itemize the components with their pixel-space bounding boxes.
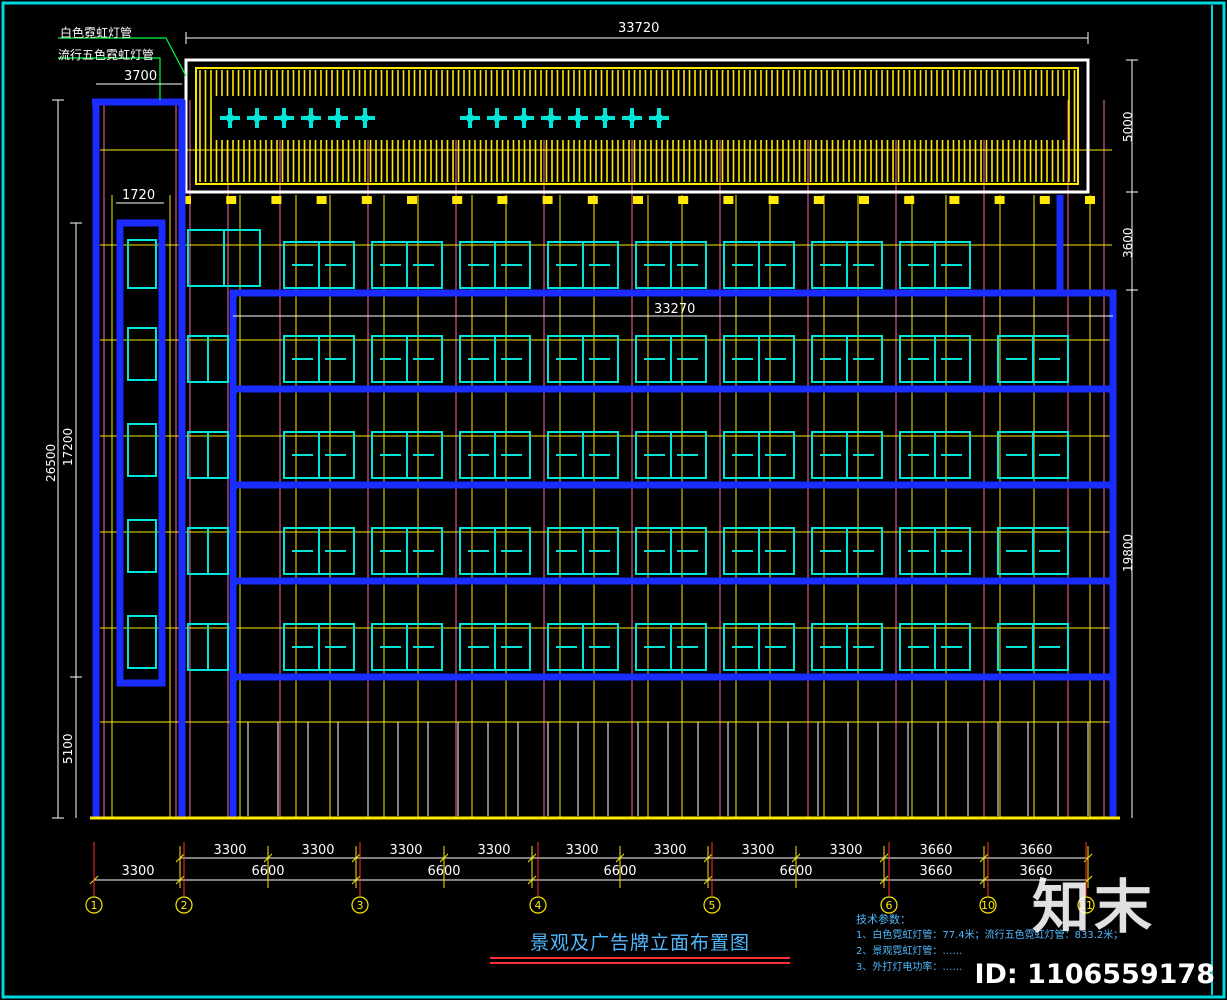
glyph-dot xyxy=(280,114,288,122)
tower-window xyxy=(127,615,157,669)
bottom-dim-label: 3660 xyxy=(919,864,952,879)
spotlight xyxy=(226,196,237,204)
spotlight xyxy=(813,196,824,204)
drawing-title: 景观及广告牌立面布置图 xyxy=(530,932,751,954)
bottom-dim-label: 6600 xyxy=(251,864,284,879)
glyph-dot xyxy=(547,114,555,122)
axis-number: 2 xyxy=(181,899,188,912)
bottom-dim-label: 3300 xyxy=(301,843,334,858)
spotlight xyxy=(587,196,598,204)
glyph-dot xyxy=(574,114,582,122)
spotlight xyxy=(452,196,463,204)
bottom-dim-label: 3660 xyxy=(1019,843,1052,858)
spotlight xyxy=(949,196,960,204)
dim-left-width: 3700 xyxy=(124,69,157,84)
glyph-dot xyxy=(601,114,609,122)
glyph-dot xyxy=(361,114,369,122)
note-line-2: 2、景观霓虹灯管：…… xyxy=(856,946,963,957)
spotlight xyxy=(859,196,869,204)
glyph-dot xyxy=(307,114,315,122)
floor-lines xyxy=(100,149,1112,723)
spotlight xyxy=(542,196,553,204)
glyph-dot xyxy=(226,114,234,122)
dim-inner-width: 33270 xyxy=(654,302,695,317)
elevation-drawing: 33720 3700 1720 33270 5000 3600 19800 26… xyxy=(1,1,1226,999)
glyph-dot xyxy=(466,114,474,122)
glyph-dot xyxy=(628,114,636,122)
axis-number: 1 xyxy=(91,899,98,912)
dim-small-width: 1720 xyxy=(122,188,155,203)
dim-right-5000: 5000 xyxy=(1121,111,1135,142)
bottom-dim-label: 6600 xyxy=(603,864,636,879)
axis-number: 10 xyxy=(981,899,995,912)
dim-right-19800: 19800 xyxy=(1121,534,1135,572)
dim-left-17200: 17200 xyxy=(61,428,75,466)
axis-number: 5 xyxy=(709,899,716,912)
spotlight xyxy=(1085,196,1095,204)
bottom-dim-label: 6600 xyxy=(779,864,812,879)
tower-window xyxy=(127,327,157,381)
spotlight xyxy=(497,196,508,204)
glyph-dot xyxy=(334,114,342,122)
bottom-dimension-row-1: 3300 3300 3300 3300 3300 3300 3300 3300 3660 3660 xyxy=(213,843,1052,858)
spotlight xyxy=(361,196,372,204)
glyph-dot xyxy=(655,114,663,122)
spotlight xyxy=(407,196,417,204)
tower-window xyxy=(127,239,157,289)
bottom-dim-label: 6600 xyxy=(427,864,460,879)
bottom-dimension-row-2: 3300 6600 6600 6600 6600 3660 3660 xyxy=(121,864,1052,879)
bottom-dim-label: 3660 xyxy=(919,843,952,858)
tower-window xyxy=(127,423,157,477)
ground-floor-mullions xyxy=(247,722,1089,816)
tower-window xyxy=(127,519,157,573)
bottom-dim-label: 3300 xyxy=(477,843,510,858)
spotlight xyxy=(1039,196,1050,204)
dim-top-total: 33720 xyxy=(618,21,659,36)
bottom-dim-label: 3300 xyxy=(213,843,246,858)
dim-left-5100: 5100 xyxy=(61,733,75,764)
pink-grid-lines xyxy=(103,100,1105,818)
bottom-dim-label: 3300 xyxy=(565,843,598,858)
spotlight xyxy=(271,196,282,204)
bottom-dim-label: 3300 xyxy=(653,843,686,858)
spotlight xyxy=(678,196,689,204)
spotlight-row xyxy=(181,196,1095,204)
axis-number: 3 xyxy=(357,899,364,912)
spotlight xyxy=(904,196,915,204)
dim-right-3600: 3600 xyxy=(1121,227,1135,258)
glyph-dot xyxy=(253,114,261,122)
bottom-dim-label: 3300 xyxy=(741,843,774,858)
glyph-dot xyxy=(493,114,501,122)
axis-number: 4 xyxy=(535,899,542,912)
spotlight xyxy=(994,196,1005,204)
bottom-dim-label: 3300 xyxy=(389,843,422,858)
dim-left-26500: 26500 xyxy=(44,444,58,482)
axis-markers: 1 2 3 4 5 6 10 11 xyxy=(85,896,1095,914)
bottom-dim-label: 3300 xyxy=(121,864,154,879)
axis-number: 6 xyxy=(886,899,893,912)
blue-neon-tubes xyxy=(92,98,1117,818)
spotlight xyxy=(316,196,327,204)
glyph-dot xyxy=(520,114,528,122)
spotlight xyxy=(633,196,643,204)
billboard xyxy=(181,58,1095,204)
spotlight xyxy=(768,196,779,204)
id-watermark: ID: 1106559178 xyxy=(974,959,1215,990)
brand-watermark-logo: 知末 xyxy=(1032,873,1157,941)
white-neon-label: 白色霓虹灯管 xyxy=(60,26,133,40)
spotlight xyxy=(723,196,734,204)
color-neon-label: 流行五色霓虹灯管 xyxy=(58,48,155,62)
bottom-dim-label: 3300 xyxy=(829,843,862,858)
